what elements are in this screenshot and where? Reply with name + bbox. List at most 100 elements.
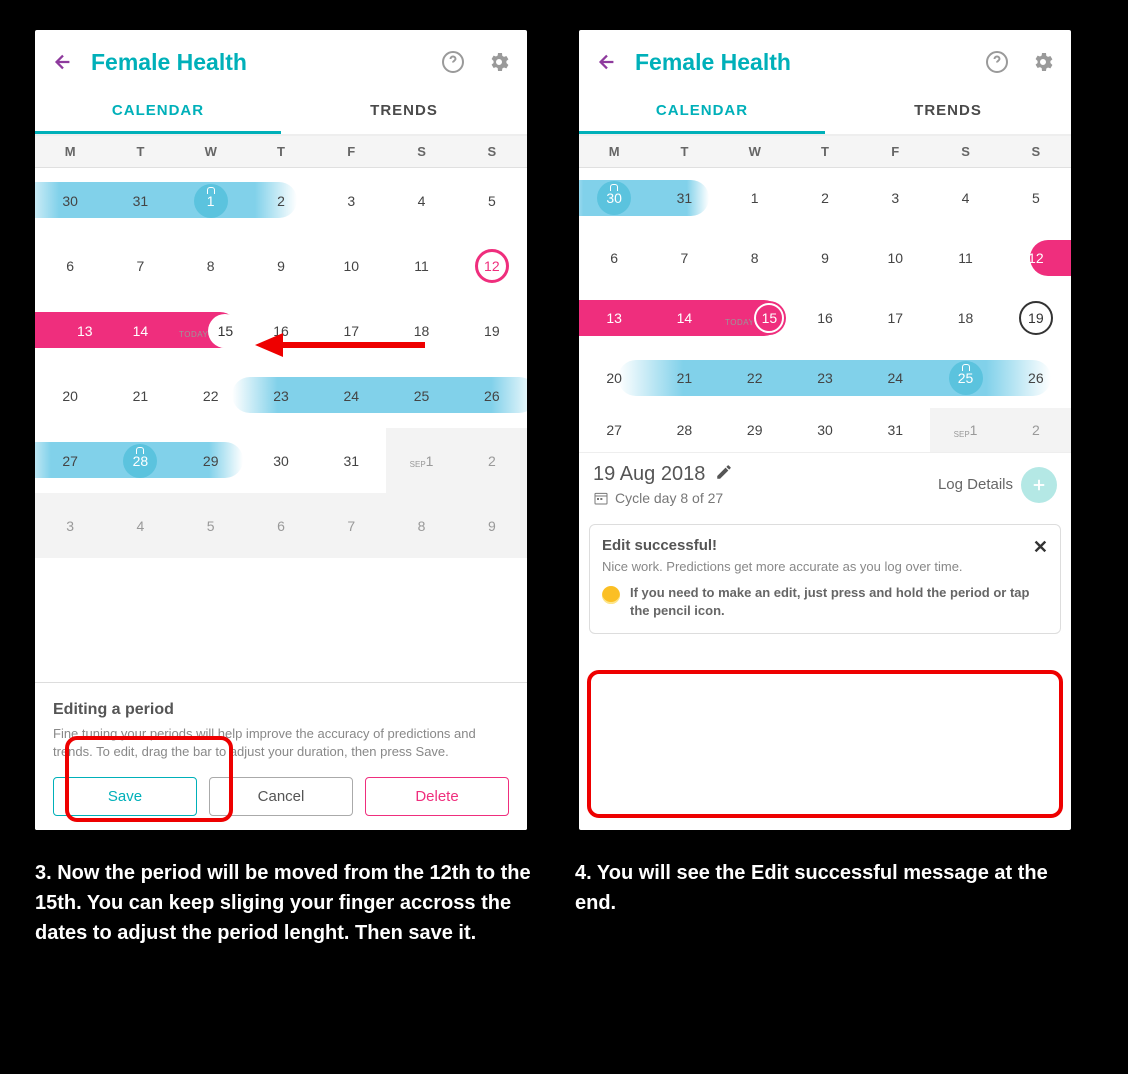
cal-cell[interactable]: 5 <box>457 168 527 233</box>
help-icon[interactable] <box>983 48 1011 76</box>
gear-icon[interactable] <box>1029 48 1057 76</box>
cal-cell[interactable]: 10 <box>860 228 930 288</box>
phone-screenshot-step3: Female Health CALENDAR TRENDS M T W T F … <box>35 30 527 830</box>
selected-day-marker[interactable]: 19 <box>1019 301 1053 335</box>
cal-cell[interactable]: 16 <box>246 298 316 363</box>
cal-cell[interactable]: SEP1 <box>386 428 456 493</box>
cal-cell[interactable]: 8 <box>176 233 246 298</box>
period-start-marker[interactable]: 12 <box>475 249 509 283</box>
back-icon[interactable] <box>49 48 77 76</box>
instruction-captions: 3. Now the period will be moved from the… <box>0 830 1128 948</box>
phone-screenshot-step4: Female Health CALENDAR TRENDS M T W T F … <box>579 30 1071 830</box>
cal-cell[interactable]: 2 <box>790 168 860 228</box>
cal-cell[interactable]: 31 <box>316 428 386 493</box>
cal-cell[interactable]: 9 <box>790 228 860 288</box>
cal-cell[interactable]: 11 <box>930 228 1000 288</box>
cal-cell[interactable]: 17 <box>316 298 386 363</box>
today-label: TODAY <box>179 330 208 339</box>
dow-t: T <box>105 136 175 167</box>
cal-cell[interactable]: 5 <box>176 493 246 558</box>
ovulation-icon: 1 <box>194 184 228 218</box>
close-icon[interactable]: ✕ <box>1033 537 1048 558</box>
cal-cell[interactable]: 9 <box>246 233 316 298</box>
delete-button[interactable]: Delete <box>365 777 509 816</box>
cal-cell[interactable]: 6 <box>35 233 105 298</box>
cal-cell[interactable]: 21 <box>105 363 175 428</box>
drag-handle[interactable]: 15 <box>208 314 242 348</box>
edit-success-toast: Edit successful! Nice work. Predictions … <box>589 524 1061 634</box>
calendar-small-icon <box>593 490 609 506</box>
cal-cell[interactable]: 12 <box>457 233 527 298</box>
cal-cell[interactable]: 19 <box>457 298 527 363</box>
cal-cell[interactable]: 4 <box>930 168 1000 228</box>
cal-cell[interactable]: 4 <box>386 168 456 233</box>
cal-cell[interactable]: 19 <box>1001 288 1071 348</box>
page-title: Female Health <box>91 49 421 76</box>
cal-cell[interactable]: 6 <box>579 228 649 288</box>
help-icon[interactable] <box>439 48 467 76</box>
dow-w: W <box>176 136 246 167</box>
dow-m: M <box>35 136 105 167</box>
tab-trends[interactable]: TRENDS <box>825 90 1071 134</box>
dow-w: W <box>720 136 790 167</box>
cal-cell[interactable]: 5 <box>1001 168 1071 228</box>
edit-panel-title: Editing a period <box>53 701 509 719</box>
cal-cell[interactable]: 3 <box>860 168 930 228</box>
cal-cell[interactable]: 10 <box>316 233 386 298</box>
cal-cell[interactable]: 28 <box>649 408 719 452</box>
cal-cell[interactable]: SEP1 <box>930 408 1000 452</box>
cal-cell[interactable]: 7 <box>316 493 386 558</box>
period-end-marker[interactable]: 15 <box>754 303 784 333</box>
cal-cell[interactable]: 2 <box>1001 408 1071 452</box>
pencil-icon[interactable] <box>715 463 733 486</box>
cal-cell[interactable]: 30 <box>790 408 860 452</box>
app-header: Female Health <box>35 30 527 90</box>
add-log-button[interactable] <box>1021 467 1057 503</box>
cal-cell[interactable]: 27 <box>579 408 649 452</box>
caption-step4: 4. You will see the Edit successful mess… <box>575 858 1075 948</box>
cal-cell[interactable]: 4 <box>105 493 175 558</box>
cal-cell[interactable]: 11 <box>386 233 456 298</box>
cal-cell[interactable]: 30 <box>246 428 316 493</box>
cal-cell[interactable]: 16 <box>790 288 860 348</box>
app-header: Female Health <box>579 30 1071 90</box>
save-button[interactable]: Save <box>53 777 197 816</box>
cal-cell[interactable]: 29 <box>720 408 790 452</box>
cal-cell[interactable]: 3 <box>35 493 105 558</box>
caption-step3: 3. Now the period will be moved from the… <box>35 858 535 948</box>
cal-cell[interactable]: TODAY15 <box>720 288 790 348</box>
toast-tip-text: If you need to make an edit, just press … <box>630 584 1048 620</box>
tabs: CALENDAR TRENDS <box>35 90 527 136</box>
page-title: Female Health <box>635 49 965 76</box>
ovulation-icon: 25 <box>949 361 983 395</box>
calendar-grid[interactable]: 30 31 1 2 3 4 5 6 7 8 9 10 11 12 TODAY13… <box>35 168 527 558</box>
cal-cell[interactable]: 6 <box>246 493 316 558</box>
gear-icon[interactable] <box>485 48 513 76</box>
cancel-button[interactable]: Cancel <box>209 777 353 816</box>
tab-trends[interactable]: TRENDS <box>281 90 527 134</box>
back-icon[interactable] <box>593 48 621 76</box>
log-details-label: Log Details <box>938 476 1013 493</box>
tab-calendar[interactable]: CALENDAR <box>35 90 281 134</box>
cal-cell[interactable]: 2 <box>457 428 527 493</box>
cal-cell[interactable]: 7 <box>649 228 719 288</box>
cal-cell[interactable]: 9 <box>457 493 527 558</box>
cal-cell[interactable]: 17 <box>860 288 930 348</box>
cal-cell[interactable]: 3 <box>316 168 386 233</box>
cal-cell[interactable]: 31 <box>860 408 930 452</box>
calendar-grid[interactable]: 30 31 1 2 3 4 5 6 7 8 9 10 11 12 13 14 T… <box>579 168 1071 452</box>
cal-cell[interactable]: TODAY15 <box>176 298 246 363</box>
weekday-header: M T W T F S S <box>35 136 527 168</box>
cal-cell[interactable]: 18 <box>930 288 1000 348</box>
lightbulb-icon <box>602 586 620 604</box>
ovulation-icon: 28 <box>123 444 157 478</box>
cal-cell[interactable]: 1 <box>720 168 790 228</box>
tab-calendar[interactable]: CALENDAR <box>579 90 825 134</box>
cal-cell[interactable]: 8 <box>720 228 790 288</box>
cal-cell[interactable]: 20 <box>35 363 105 428</box>
cal-cell[interactable]: 18 <box>386 298 456 363</box>
cal-cell[interactable]: 7 <box>105 233 175 298</box>
cal-cell[interactable]: 8 <box>386 493 456 558</box>
dow-s: S <box>930 136 1000 167</box>
dow-t2: T <box>246 136 316 167</box>
